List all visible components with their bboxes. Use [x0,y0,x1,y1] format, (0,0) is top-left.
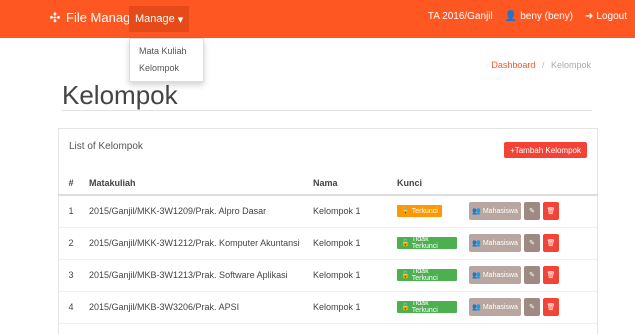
edit-button[interactable]: ✎ [524,266,540,284]
panel-title: List of Kelompok [69,141,143,152]
row-nama: Kelompok 1 [307,259,391,292]
edit-button[interactable]: ✎ [524,234,540,252]
pencil-icon: ✎ [529,208,535,216]
breadcrumb-dashboard[interactable]: Dashboard [491,60,535,70]
row-no: 2 [59,227,83,260]
manage-menu[interactable]: Manage ▾ [129,6,190,32]
header-no: # [59,171,83,196]
delete-button[interactable]: 🗑 [543,202,559,221]
header-nama: Nama [307,171,391,196]
unlock-icon: 🔓 [401,272,410,279]
users-icon: 👥 [472,208,481,216]
row-kunci: 🔓 Tidak Terkunci [391,291,463,324]
row-matakuliah: 2015/Ganjil/MKB-3W1213/Prak. Software Ap… [83,259,307,292]
row-actions: 👥 Mahasiswa ✎ 🗑 [463,259,597,292]
breadcrumb-current: Kelompok [550,60,591,70]
row-nama: Kelompok 1 [307,195,391,228]
row-matakuliah: 2015/Ganjil/MKK-3W1212/Prak. Komputer Ak… [83,227,307,260]
user-icon: 👤 [504,11,518,22]
share-icon: ✣ [49,9,61,25]
unlock-icon: 🔓 [401,240,410,247]
row-actions: 👥 Mahasiswa ✎ 🗑 [463,195,597,228]
user-link[interactable]: 👤 beny (beny) [505,11,573,22]
delete-button[interactable]: 🗑 [543,234,559,252]
mahasiswa-label: Mahasiswa [482,271,518,279]
table-row: 2 2015/Ganjil/MKK-3W1212/Prak. Komputer … [59,227,597,260]
mahasiswa-button[interactable]: 👥 Mahasiswa [469,266,521,284]
row-matakuliah: 2015/Ganjil/MKK-3W1209/Prak. Alpro Dasar [83,195,307,228]
row-nama: Kelompok 1 [307,227,391,260]
status-label: Tidak Terkunci [411,268,438,282]
users-icon: 👥 [472,240,481,247]
users-icon: 👥 [472,272,481,279]
dropdown-item-mata-kuliah[interactable]: Mata Kuliah [130,43,203,60]
delete-button[interactable]: 🗑 [543,298,559,316]
trash-icon: 🗑 [546,208,556,216]
row-kunci: 🔓 Tidak Terkunci [391,259,463,292]
row-nama: Kelompok 1 [307,291,391,324]
caret-down-icon: ▾ [177,13,184,26]
row-kunci: 🔒 Terkunci [391,195,463,228]
mahasiswa-label: Mahasiswa [482,239,518,247]
breadcrumb: Dashboard / Kelompok [491,60,591,70]
lock-icon: 🔒 [401,208,410,216]
edit-button[interactable]: ✎ [524,202,540,221]
logout-label: Logout [596,11,627,22]
table-row: 4 2015/Ganjil/MKB-3W3206/Prak. APSI Kelo… [59,291,597,324]
mahasiswa-button[interactable]: 👥 Mahasiswa [469,234,521,252]
brand[interactable]: ✣ File Manager [48,9,142,26]
kelompok-table: # Matakuliah Nama Kunci 1 2015/Ganjil/MK… [59,171,597,324]
mahasiswa-label: Mahasiswa [482,303,518,311]
user-label: beny (beny) [520,11,574,22]
row-actions: 👥 Mahasiswa ✎ 🗑 [463,227,597,260]
status-badge: 🔓 Tidak Terkunci [397,236,457,250]
title-divider [62,110,592,111]
status-badge: 🔓 Tidak Terkunci [397,300,457,314]
status-label: Tidak Terkunci [411,300,438,314]
logout-icon: ➜ [585,11,594,22]
top-navbar: ✣ File Manager Manage ▾ TA 2016/Ganjil 👤… [0,0,635,38]
add-kelompok-button[interactable]: + Tambah Kelompok [504,142,587,158]
unlock-icon: 🔓 [401,304,410,311]
trash-icon: 🗑 [546,272,556,279]
table-row: 1 2015/Ganjil/MKK-3W1209/Prak. Alpro Das… [59,195,597,228]
trash-icon: 🗑 [546,240,556,247]
pencil-icon: ✎ [529,240,535,247]
delete-button[interactable]: 🗑 [543,266,559,284]
users-icon: 👥 [472,304,481,311]
breadcrumb-separator: / [541,60,545,70]
edit-button[interactable]: ✎ [524,298,540,316]
trash-icon: 🗑 [546,304,556,311]
status-label: Tidak Terkunci [411,236,438,250]
row-no: 1 [59,195,83,228]
navbar-right: TA 2016/Ganjil 👤 beny (beny) ➜ Logout [428,11,627,22]
manage-dropdown: Mata Kuliah Kelompok [129,38,204,82]
table-header-row: # Matakuliah Nama Kunci [59,171,597,196]
kelompok-panel: List of Kelompok + Tambah Kelompok # Mat… [58,128,598,334]
period-link[interactable]: TA 2016/Ganjil [428,11,493,22]
pencil-icon: ✎ [529,304,535,311]
status-label: Terkunci [411,207,438,215]
row-actions: 👥 Mahasiswa ✎ 🗑 [463,291,597,324]
header-kunci: Kunci [391,171,463,196]
add-kelompok-label: Tambah Kelompok [514,145,581,155]
dropdown-item-kelompok[interactable]: Kelompok [130,60,203,77]
status-badge: 🔓 Tidak Terkunci [397,268,457,282]
header-actions [463,171,597,196]
row-kunci: 🔓 Tidak Terkunci [391,227,463,260]
mahasiswa-button[interactable]: 👥 Mahasiswa [469,202,521,221]
header-matakuliah: Matakuliah [83,171,307,196]
row-no: 3 [59,259,83,292]
table-row: 3 2015/Ganjil/MKB-3W1213/Prak. Software … [59,259,597,292]
logout-link[interactable]: ➜ Logout [585,11,627,22]
pencil-icon: ✎ [529,272,535,279]
status-badge: 🔒 Terkunci [397,205,442,218]
row-matakuliah: 2015/Ganjil/MKB-3W3206/Prak. APSI [83,291,307,324]
manage-label: Manage [135,13,175,25]
row-no: 4 [59,291,83,324]
mahasiswa-button[interactable]: 👥 Mahasiswa [469,298,521,316]
page-title: Kelompok [62,80,178,110]
mahasiswa-label: Mahasiswa [482,207,518,215]
